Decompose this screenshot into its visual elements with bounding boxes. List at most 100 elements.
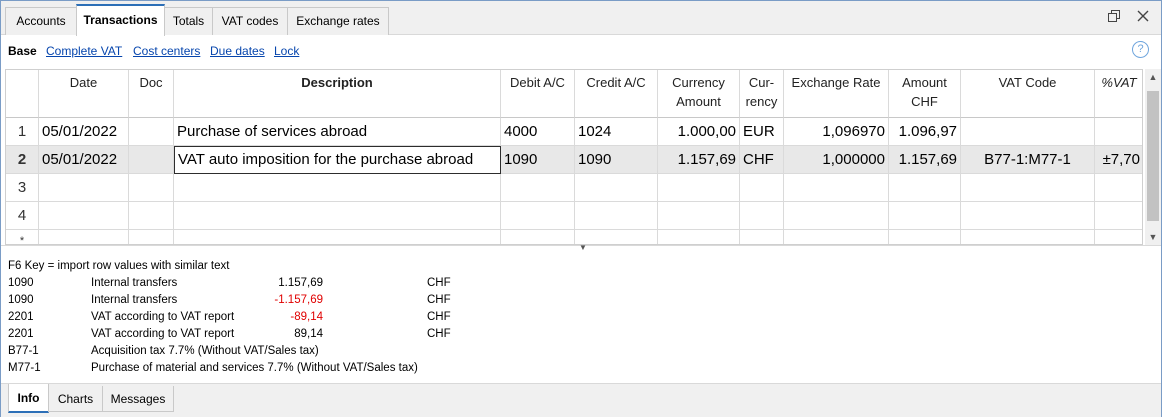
cell-currency[interactable]: EUR [740,118,784,146]
cell-vat-code[interactable]: B77-1:M77-1 [961,146,1095,174]
cell-exchange-rate[interactable] [784,230,889,244]
cell-date[interactable] [39,230,129,244]
view-cost-centers[interactable]: Cost centers [133,44,200,58]
header-doc[interactable]: Doc [129,70,174,118]
cell-currency-amount[interactable] [658,202,740,230]
tab-transactions[interactable]: Transactions [76,4,165,36]
cell-doc[interactable] [129,146,174,174]
cell-debit[interactable] [501,202,575,230]
cell-exchange-rate[interactable]: 1,000000 [784,146,889,174]
cell-exchange-rate[interactable] [784,202,889,230]
cell-description[interactable] [174,230,501,244]
header-currency-amount[interactable]: Currency Amount [658,70,740,118]
cell-exchange-rate[interactable]: 1,096970 [784,118,889,146]
cell-description[interactable]: Purchase of services abroad [174,118,501,146]
header-vat-code[interactable]: VAT Code [961,70,1095,118]
header-credit[interactable]: Credit A/C [575,70,658,118]
info-amount-negative: -89,14 [290,311,323,323]
cell-amount-chf[interactable]: 1.096,97 [889,118,961,146]
header-amount-chf-line1: Amount [902,75,947,90]
close-icon[interactable] [1134,9,1152,27]
tab-vat-codes[interactable]: VAT codes [212,7,288,35]
cell-currency-amount[interactable] [658,230,740,244]
cell-vat-percent[interactable] [1095,202,1142,230]
header-exchange-rate[interactable]: Exchange Rate [784,70,889,118]
header-description[interactable]: Description [174,70,501,118]
cell-vat-percent[interactable] [1095,118,1142,146]
new-row-marker[interactable]: * [6,230,39,244]
cell-debit[interactable]: 1090 [501,146,575,174]
cell-vat-percent[interactable]: ±7,70 [1095,146,1142,174]
cell-doc[interactable] [129,118,174,146]
help-icon[interactable]: ? [1132,41,1149,58]
view-complete-vat[interactable]: Complete VAT [46,44,122,58]
view-lock[interactable]: Lock [274,44,299,58]
restore-icon[interactable] [1105,9,1123,27]
cell-doc[interactable] [129,202,174,230]
cell-vat-code[interactable] [961,174,1095,202]
cell-currency-amount[interactable]: 1.157,69 [658,146,740,174]
info-pane: F6 Key = import row values with similar … [1,257,1161,383]
scroll-up-icon[interactable]: ▲ [1145,69,1161,85]
vertical-scrollbar[interactable]: ▲ ▼ [1145,69,1161,245]
tab-messages[interactable]: Messages [102,386,174,412]
scroll-down-icon[interactable]: ▼ [1145,229,1161,245]
cell-vat-code[interactable] [961,230,1095,244]
cell-amount-chf[interactable] [889,202,961,230]
cell-amount-chf[interactable]: 1.157,69 [889,146,961,174]
cell-credit[interactable] [575,174,658,202]
cell-doc[interactable] [129,174,174,202]
tab-charts[interactable]: Charts [48,386,103,412]
info-description: Acquisition tax 7.7% (Without VAT/Sales … [91,345,319,357]
header-currency[interactable]: Cur- rency [740,70,784,118]
tab-totals[interactable]: Totals [164,7,213,35]
splitter-handle-icon[interactable]: ▼ [579,243,587,252]
cell-date[interactable] [39,174,129,202]
cell-doc[interactable] [129,230,174,244]
row-number[interactable]: 4 [6,202,39,230]
cell-vat-code[interactable] [961,118,1095,146]
cell-currency[interactable] [740,230,784,244]
cell-date[interactable] [39,202,129,230]
cell-date[interactable]: 05/01/2022 [39,118,129,146]
cell-currency[interactable]: CHF [740,146,784,174]
cell-debit[interactable]: 4000 [501,118,575,146]
view-due-dates[interactable]: Due dates [210,44,265,58]
cell-credit[interactable]: 1024 [575,118,658,146]
header-vat-percent[interactable]: %VAT [1095,70,1142,118]
row-number[interactable]: 3 [6,174,39,202]
cell-currency[interactable] [740,202,784,230]
tab-info[interactable]: Info [8,384,49,413]
header-amount-chf[interactable]: Amount CHF [889,70,961,118]
cell-currency-amount[interactable]: 1.000,00 [658,118,740,146]
cell-description[interactable] [174,202,501,230]
cell-date[interactable]: 05/01/2022 [39,146,129,174]
cell-debit[interactable] [501,230,575,244]
cell-vat-percent[interactable] [1095,230,1142,244]
tab-accounts[interactable]: Accounts [5,7,77,35]
pane-splitter[interactable]: ▼ [1,243,1161,257]
header-debit[interactable]: Debit A/C [501,70,575,118]
cell-currency-amount[interactable] [658,174,740,202]
row-number[interactable]: 2 [6,146,39,174]
header-date[interactable]: Date [39,70,129,118]
info-amount-negative: -1.157,69 [274,294,323,306]
cell-currency[interactable] [740,174,784,202]
cell-description-active[interactable]: VAT auto imposition for the purchase abr… [174,146,501,174]
view-base[interactable]: Base [8,44,37,58]
cell-debit[interactable] [501,174,575,202]
cell-vat-percent[interactable] [1095,174,1142,202]
cell-amount-chf[interactable] [889,174,961,202]
cell-credit[interactable] [575,230,658,244]
cell-description[interactable] [174,174,501,202]
tab-exchange-rates[interactable]: Exchange rates [287,7,389,35]
cell-credit[interactable] [575,202,658,230]
info-account: 1090 [8,294,34,306]
cell-amount-chf[interactable] [889,230,961,244]
scrollbar-thumb[interactable] [1147,91,1159,221]
info-vat-code: M77-1 [8,362,41,374]
cell-vat-code[interactable] [961,202,1095,230]
row-number[interactable]: 1 [6,118,39,146]
cell-credit[interactable]: 1090 [575,146,658,174]
cell-exchange-rate[interactable] [784,174,889,202]
